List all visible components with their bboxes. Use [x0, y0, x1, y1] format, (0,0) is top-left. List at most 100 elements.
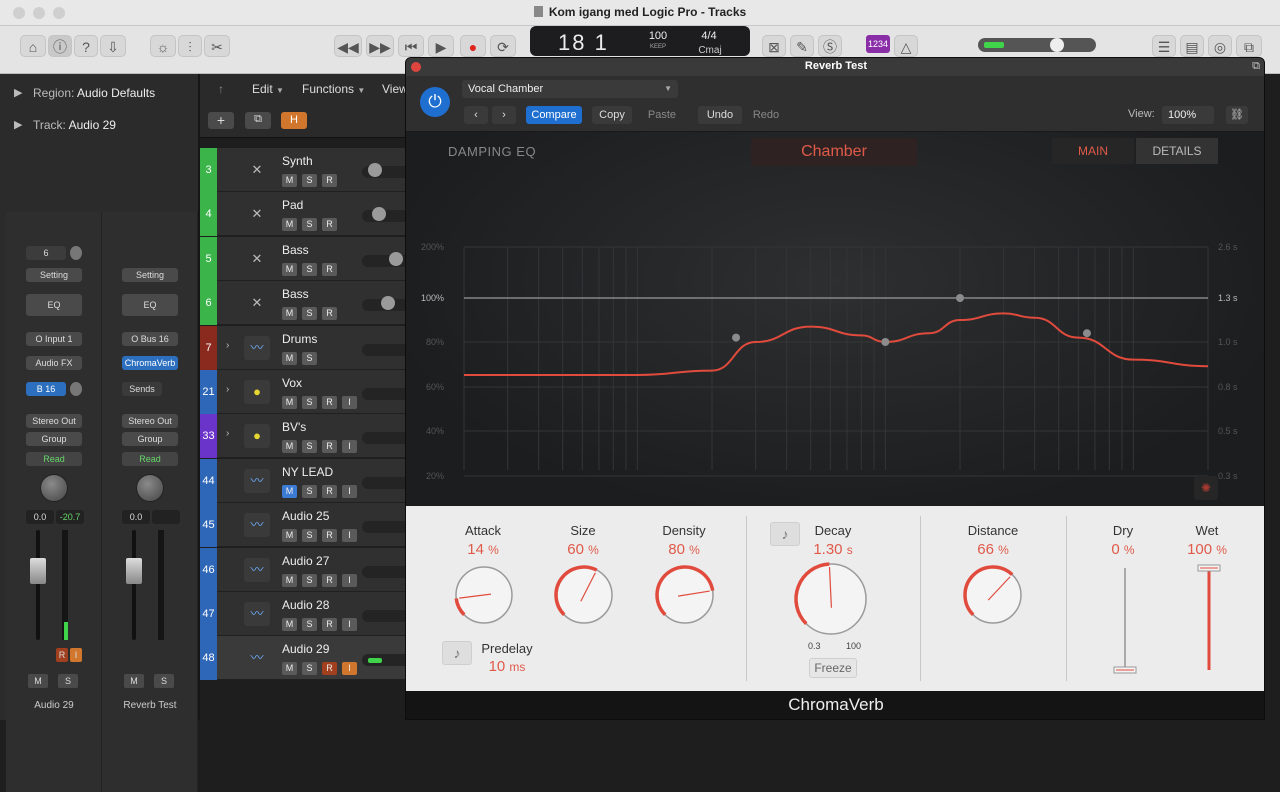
smart-controls-button[interactable]: ☼ [150, 35, 176, 57]
lcd-position[interactable]: 18 1 [558, 30, 609, 56]
record-enable-button[interactable]: R [322, 396, 337, 409]
list-editors-button[interactable]: ☰ [1152, 35, 1176, 57]
mute-button[interactable]: M [282, 396, 297, 409]
predelay-value[interactable]: 10 ms [462, 658, 552, 675]
eq-control-point[interactable] [1082, 329, 1091, 338]
volume-fader[interactable] [126, 558, 142, 584]
solo-button[interactable]: S [154, 674, 174, 688]
input-monitor-button[interactable]: I [342, 529, 357, 543]
mute-button[interactable]: M [282, 218, 297, 232]
tab-details[interactable]: DETAILS [1136, 138, 1218, 164]
browsers-button[interactable]: ⧉ [1236, 35, 1262, 57]
mute-button[interactable]: M [282, 262, 297, 276]
paste-button[interactable]: Paste [642, 106, 682, 124]
record-enable-button[interactable]: R [322, 262, 337, 276]
solo-button[interactable]: S [302, 662, 317, 676]
setting-button[interactable]: Setting [122, 268, 178, 282]
mute-button[interactable]: M [282, 440, 297, 454]
track-row[interactable]: 33 › ● BV's M S R I [200, 414, 410, 459]
solo-button[interactable]: Ⓢ [818, 35, 842, 57]
solo-button[interactable]: S [302, 262, 317, 276]
record-button[interactable]: ● [460, 35, 486, 57]
track-row[interactable]: 5 ✕ Bass M S R [200, 236, 410, 281]
track-volume-knob[interactable] [368, 163, 382, 177]
eq-control-point[interactable] [732, 333, 741, 342]
output-slot[interactable]: Stereo Out [26, 414, 82, 428]
undo-button[interactable]: Undo [698, 106, 742, 124]
input-button[interactable]: O Bus 16 [122, 332, 178, 346]
eq-button[interactable]: EQ [26, 294, 82, 316]
solo-button[interactable]: S [302, 351, 317, 365]
track-volume-slider[interactable] [362, 432, 410, 445]
send-slot[interactable]: B 16 [26, 382, 66, 396]
tab-main[interactable]: MAIN [1052, 138, 1134, 164]
send-level-knob[interactable] [70, 382, 82, 396]
group-slot[interactable]: Group [122, 432, 178, 446]
track-name[interactable]: Vox [282, 376, 302, 390]
disclosure-chevron-icon[interactable]: › [226, 340, 229, 351]
volume-fader-track[interactable] [36, 530, 40, 640]
power-button[interactable]: ⏻ [420, 87, 450, 117]
expand-icon[interactable]: ⧉ [1252, 60, 1260, 73]
track-row[interactable]: 4 ✕ Pad M S R [200, 192, 410, 237]
mute-button[interactable]: M [282, 307, 297, 321]
record-enable-button[interactable]: R [56, 648, 68, 662]
forward-button[interactable]: ▶▶ [366, 35, 394, 57]
eq-button[interactable]: EQ [122, 294, 178, 316]
track-row[interactable]: 6 ✕ Bass M S R [200, 281, 410, 326]
record-enable-button[interactable]: R [322, 440, 337, 454]
solo-button[interactable]: S [302, 529, 317, 543]
mute-button[interactable]: M [124, 674, 144, 688]
solo-button[interactable]: S [302, 174, 317, 187]
record-enable-button[interactable]: R [322, 484, 337, 498]
record-enable-button[interactable]: R [322, 618, 337, 631]
next-preset-button[interactable]: › [492, 106, 516, 124]
redo-button[interactable]: Redo [746, 106, 786, 124]
damping-eq-graph[interactable]: 200% 100% 80% 60% 40% 20% 2.6 s 1.3 s 1.0 s 0.8 s… [406, 132, 1265, 506]
previous-preset-button[interactable]: ‹ [464, 106, 488, 124]
track-volume-slider[interactable] [362, 343, 410, 356]
view-menu[interactable]: View [382, 82, 408, 96]
track-volume-slider[interactable] [362, 388, 410, 400]
lcd-key[interactable]: Cmaj [697, 45, 723, 55]
decay-value[interactable]: 1.30 s [788, 541, 878, 558]
mute-button[interactable]: M [282, 529, 297, 543]
eq-control-point[interactable] [956, 294, 964, 302]
input-monitor-button[interactable]: I [342, 484, 357, 498]
track-row[interactable]: 47 〰 Audio 28 M S R I [200, 592, 410, 636]
duplicate-track-button[interactable]: ⧉ [245, 112, 271, 129]
copy-button[interactable]: Copy [592, 106, 632, 124]
track-volume-slider[interactable] [362, 565, 410, 578]
track-row[interactable]: 44 〰 NY LEAD M S R I [200, 458, 410, 503]
go-to-start-button[interactable]: ⏮ [398, 35, 424, 57]
track-name[interactable]: Pad [282, 198, 303, 212]
disclosure-chevron-icon[interactable]: › [226, 428, 229, 439]
mute-button[interactable]: M [282, 662, 297, 676]
toolbar-button[interactable]: ⇩ [100, 35, 126, 57]
eq-control-point[interactable] [881, 338, 890, 346]
loops-button[interactable]: ◎ [1208, 35, 1232, 57]
track-row[interactable]: 46 〰 Audio 27 M S R I [200, 547, 410, 592]
record-enable-button[interactable]: R [322, 174, 337, 187]
group-number-field[interactable]: 6 [26, 246, 66, 260]
track-volume-slider[interactable] [362, 610, 410, 622]
track-volume-slider[interactable] [362, 521, 410, 534]
preset-menu[interactable]: Vocal Chamber ▼ [462, 80, 678, 98]
volume-fader-track[interactable] [132, 530, 136, 640]
room-type-selector[interactable]: Chamber [751, 138, 917, 166]
input-button[interactable]: O Input 1 [26, 332, 82, 346]
edit-menu[interactable]: Edit ▼ [252, 82, 284, 96]
solo-button[interactable]: S [302, 484, 317, 498]
wet-value[interactable]: 100 % [1162, 541, 1252, 558]
track-name[interactable]: Audio 27 [282, 554, 329, 568]
freeze-button[interactable]: Freeze [809, 658, 857, 678]
master-volume-knob[interactable] [1050, 38, 1064, 52]
track-name[interactable]: Bass [282, 243, 309, 257]
up-arrow-icon[interactable]: ↑ [218, 82, 224, 96]
quick-help-button[interactable]: ? [74, 35, 98, 57]
mute-button[interactable]: M [28, 674, 48, 688]
track-row[interactable]: 3 ✕ Synth M S R [200, 148, 410, 192]
count-in-badge[interactable]: 1234 [866, 35, 890, 53]
functions-menu[interactable]: Functions ▼ [302, 82, 365, 96]
input-monitor-button[interactable]: I [70, 648, 82, 662]
